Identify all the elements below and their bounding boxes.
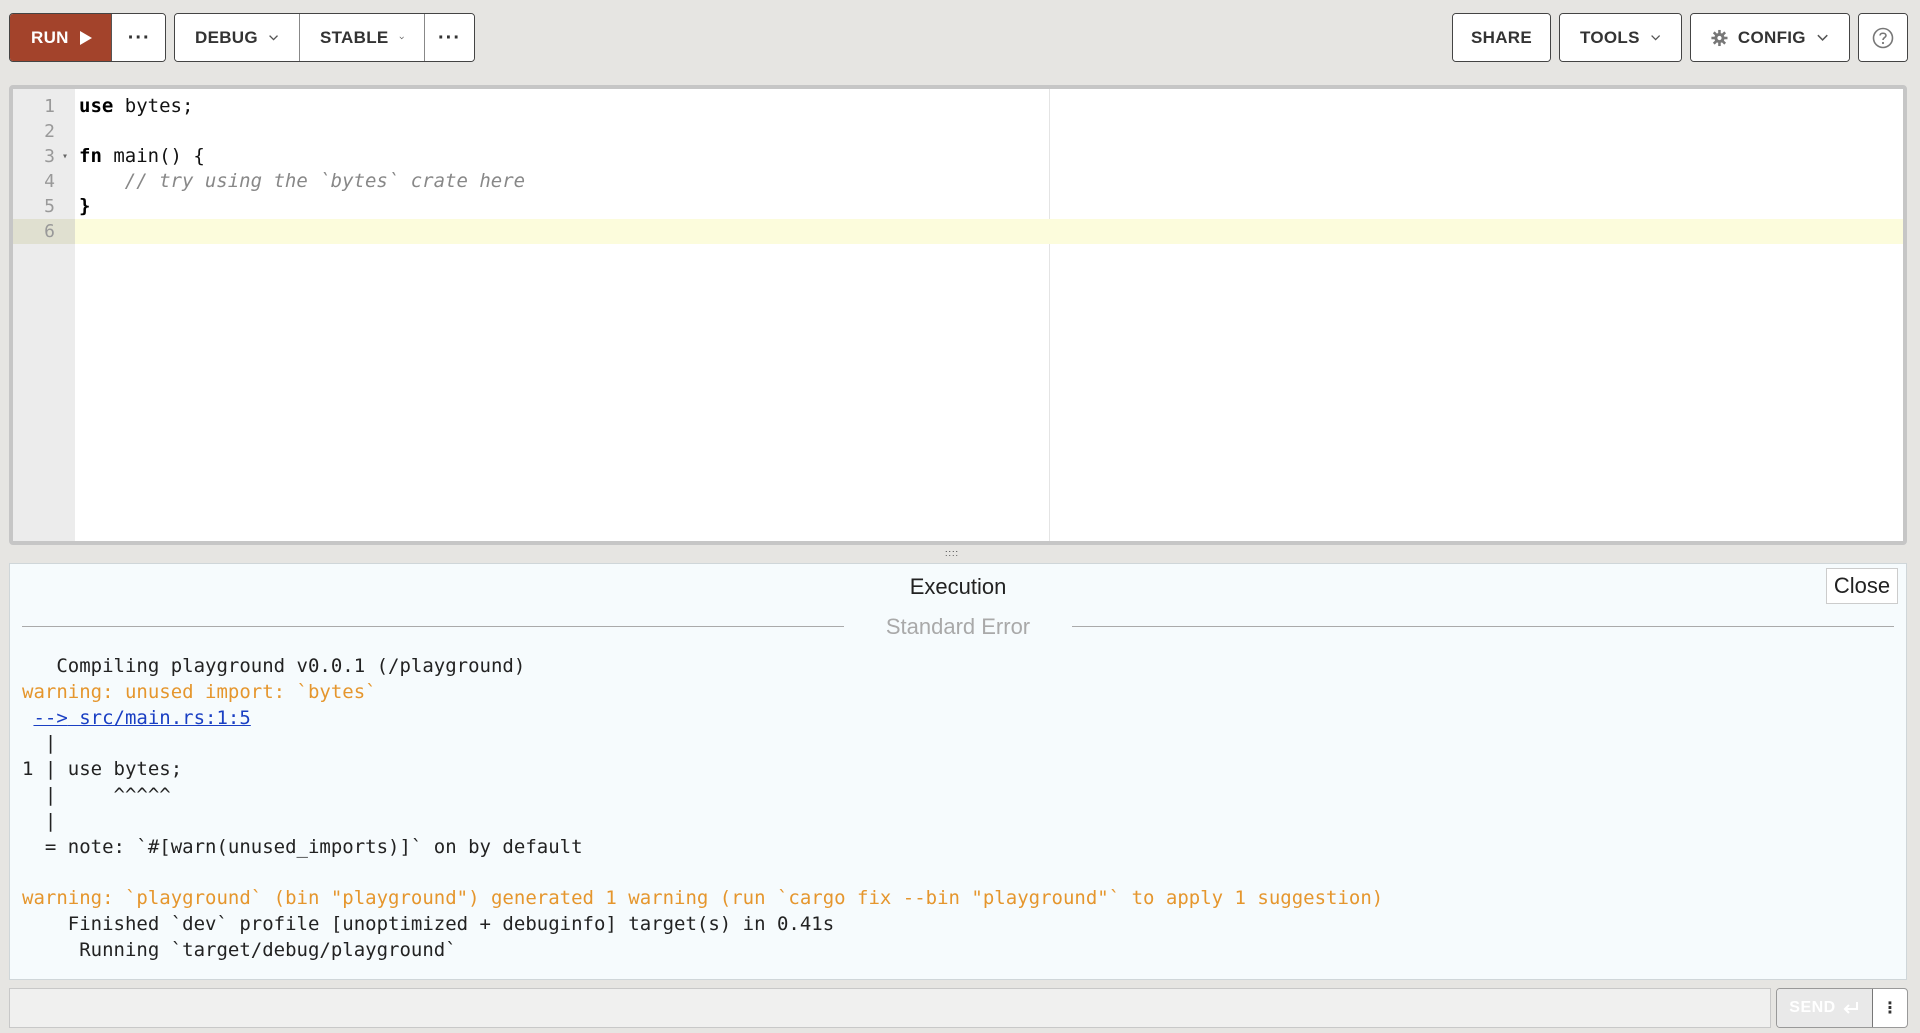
section-title: Standard Error bbox=[885, 614, 1031, 639]
code-rest: bytes; bbox=[113, 95, 194, 117]
send-label: SEND bbox=[1789, 999, 1836, 1016]
code-line[interactable]: 1 use bytes; bbox=[13, 94, 1903, 119]
run-more-button[interactable]: ··· bbox=[110, 14, 165, 61]
enter-icon bbox=[1843, 1002, 1858, 1014]
code-line[interactable]: 2 bbox=[13, 119, 1903, 144]
code-text: use bytes; bbox=[79, 94, 193, 119]
advanced-options-button[interactable]: ··· bbox=[424, 14, 474, 61]
stderr-warning: warning: unused import: `bytes` bbox=[22, 680, 377, 703]
chevron-down-icon bbox=[1817, 34, 1828, 41]
output-panel: Execution Close Standard Error Compiling… bbox=[9, 563, 1907, 980]
line-number: 1 bbox=[44, 96, 55, 117]
share-label: SHARE bbox=[1471, 27, 1533, 47]
close-button[interactable]: Close bbox=[1826, 568, 1898, 604]
mode-label: DEBUG bbox=[195, 27, 258, 47]
stderr-line: Running `target/debug/playground` bbox=[22, 938, 457, 961]
share-button-group: SHARE bbox=[1452, 13, 1551, 62]
more-icon: ··· bbox=[438, 26, 461, 49]
send-button[interactable]: SEND bbox=[1777, 989, 1872, 1027]
mode-dropdown[interactable]: DEBUG bbox=[175, 14, 299, 61]
more-icon: ··· bbox=[127, 26, 151, 49]
keyword: fn bbox=[79, 145, 102, 167]
help-button-group bbox=[1858, 13, 1908, 62]
stderr-warning: warning: `playground` (bin "playground")… bbox=[22, 887, 1384, 910]
run-label: RUN bbox=[31, 27, 69, 47]
channel-dropdown[interactable]: STABLE bbox=[299, 14, 424, 61]
stderr-line: = note: `#[warn(unused_imports)]` on by … bbox=[22, 835, 583, 858]
stderr-line: 1 | use bytes; bbox=[22, 758, 183, 781]
build-options-group: DEBUG STABLE ··· bbox=[174, 13, 475, 62]
help-icon bbox=[1872, 27, 1894, 48]
section-header: Standard Error bbox=[22, 612, 1894, 640]
tools-dropdown[interactable]: TOOLS bbox=[1560, 14, 1681, 61]
code-editor[interactable]: 1 use bytes; 2 3 ▾ fn main() { 4 // try … bbox=[9, 85, 1907, 545]
panel-resize-handle[interactable]: :::: bbox=[0, 545, 1920, 561]
send-button-group: SEND ⋮ bbox=[1776, 988, 1908, 1028]
code-text: } bbox=[79, 194, 90, 219]
config-button-group: CONFIG bbox=[1690, 13, 1850, 62]
code-rest: main() { bbox=[101, 145, 205, 167]
stderr-line: | ^^^^^ bbox=[22, 783, 171, 806]
chevron-down-icon bbox=[1650, 34, 1660, 41]
gear-icon bbox=[1711, 29, 1728, 46]
share-button[interactable]: SHARE bbox=[1453, 14, 1550, 61]
tools-label: TOOLS bbox=[1580, 27, 1640, 47]
help-button[interactable] bbox=[1859, 14, 1907, 61]
run-button-group: RUN ··· bbox=[9, 13, 166, 62]
config-label: CONFIG bbox=[1737, 27, 1806, 47]
line-number: 4 bbox=[44, 171, 55, 192]
line-number: 2 bbox=[44, 121, 55, 142]
link-arrow: --> bbox=[33, 706, 68, 729]
line-number: 5 bbox=[44, 196, 55, 217]
stderr-line: | bbox=[22, 732, 57, 755]
output-title: Execution bbox=[909, 574, 1007, 599]
send-options-button[interactable]: ⋮ bbox=[1872, 989, 1907, 1027]
code-line[interactable]: 5 } bbox=[13, 194, 1903, 219]
stderr-line: Finished `dev` profile [unoptimized + de… bbox=[22, 912, 835, 935]
source-location-link[interactable]: --> src/main.rs:1:5 bbox=[33, 707, 250, 729]
code-line-active[interactable]: 6 bbox=[13, 219, 1903, 244]
code-line[interactable]: 4 // try using the `bytes` crate here bbox=[13, 169, 1903, 194]
code-comment: // try using the `bytes` crate here bbox=[79, 170, 526, 192]
tools-button-group: TOOLS bbox=[1559, 13, 1682, 62]
code-line[interactable]: 3 ▾ fn main() { bbox=[13, 144, 1903, 169]
stdin-input[interactable] bbox=[9, 988, 1771, 1028]
code-text: fn main() { bbox=[79, 144, 205, 169]
chevron-down-icon bbox=[269, 34, 278, 40]
toolbar: RUN ··· DEBUG STABLE ··· SHARE TOOLS CON… bbox=[9, 13, 1908, 62]
play-icon bbox=[79, 30, 92, 45]
chevron-down-icon bbox=[399, 36, 404, 39]
config-dropdown[interactable]: CONFIG bbox=[1691, 14, 1849, 61]
stderr-line: | bbox=[22, 809, 57, 832]
stderr-line: Compiling playground v0.0.1 (/playground… bbox=[22, 655, 526, 677]
link-path: src/main.rs:1:5 bbox=[67, 706, 251, 729]
stderr-output: Compiling playground v0.0.1 (/playground… bbox=[22, 654, 1383, 964]
run-button[interactable]: RUN bbox=[10, 14, 111, 61]
line-number: 6 bbox=[13, 219, 75, 244]
keyword: use bbox=[79, 95, 114, 117]
code-rest: } bbox=[79, 195, 91, 217]
drag-grip-icon: :::: bbox=[945, 548, 960, 558]
channel-label: STABLE bbox=[320, 27, 389, 47]
fold-arrow-icon[interactable]: ▾ bbox=[62, 144, 68, 169]
